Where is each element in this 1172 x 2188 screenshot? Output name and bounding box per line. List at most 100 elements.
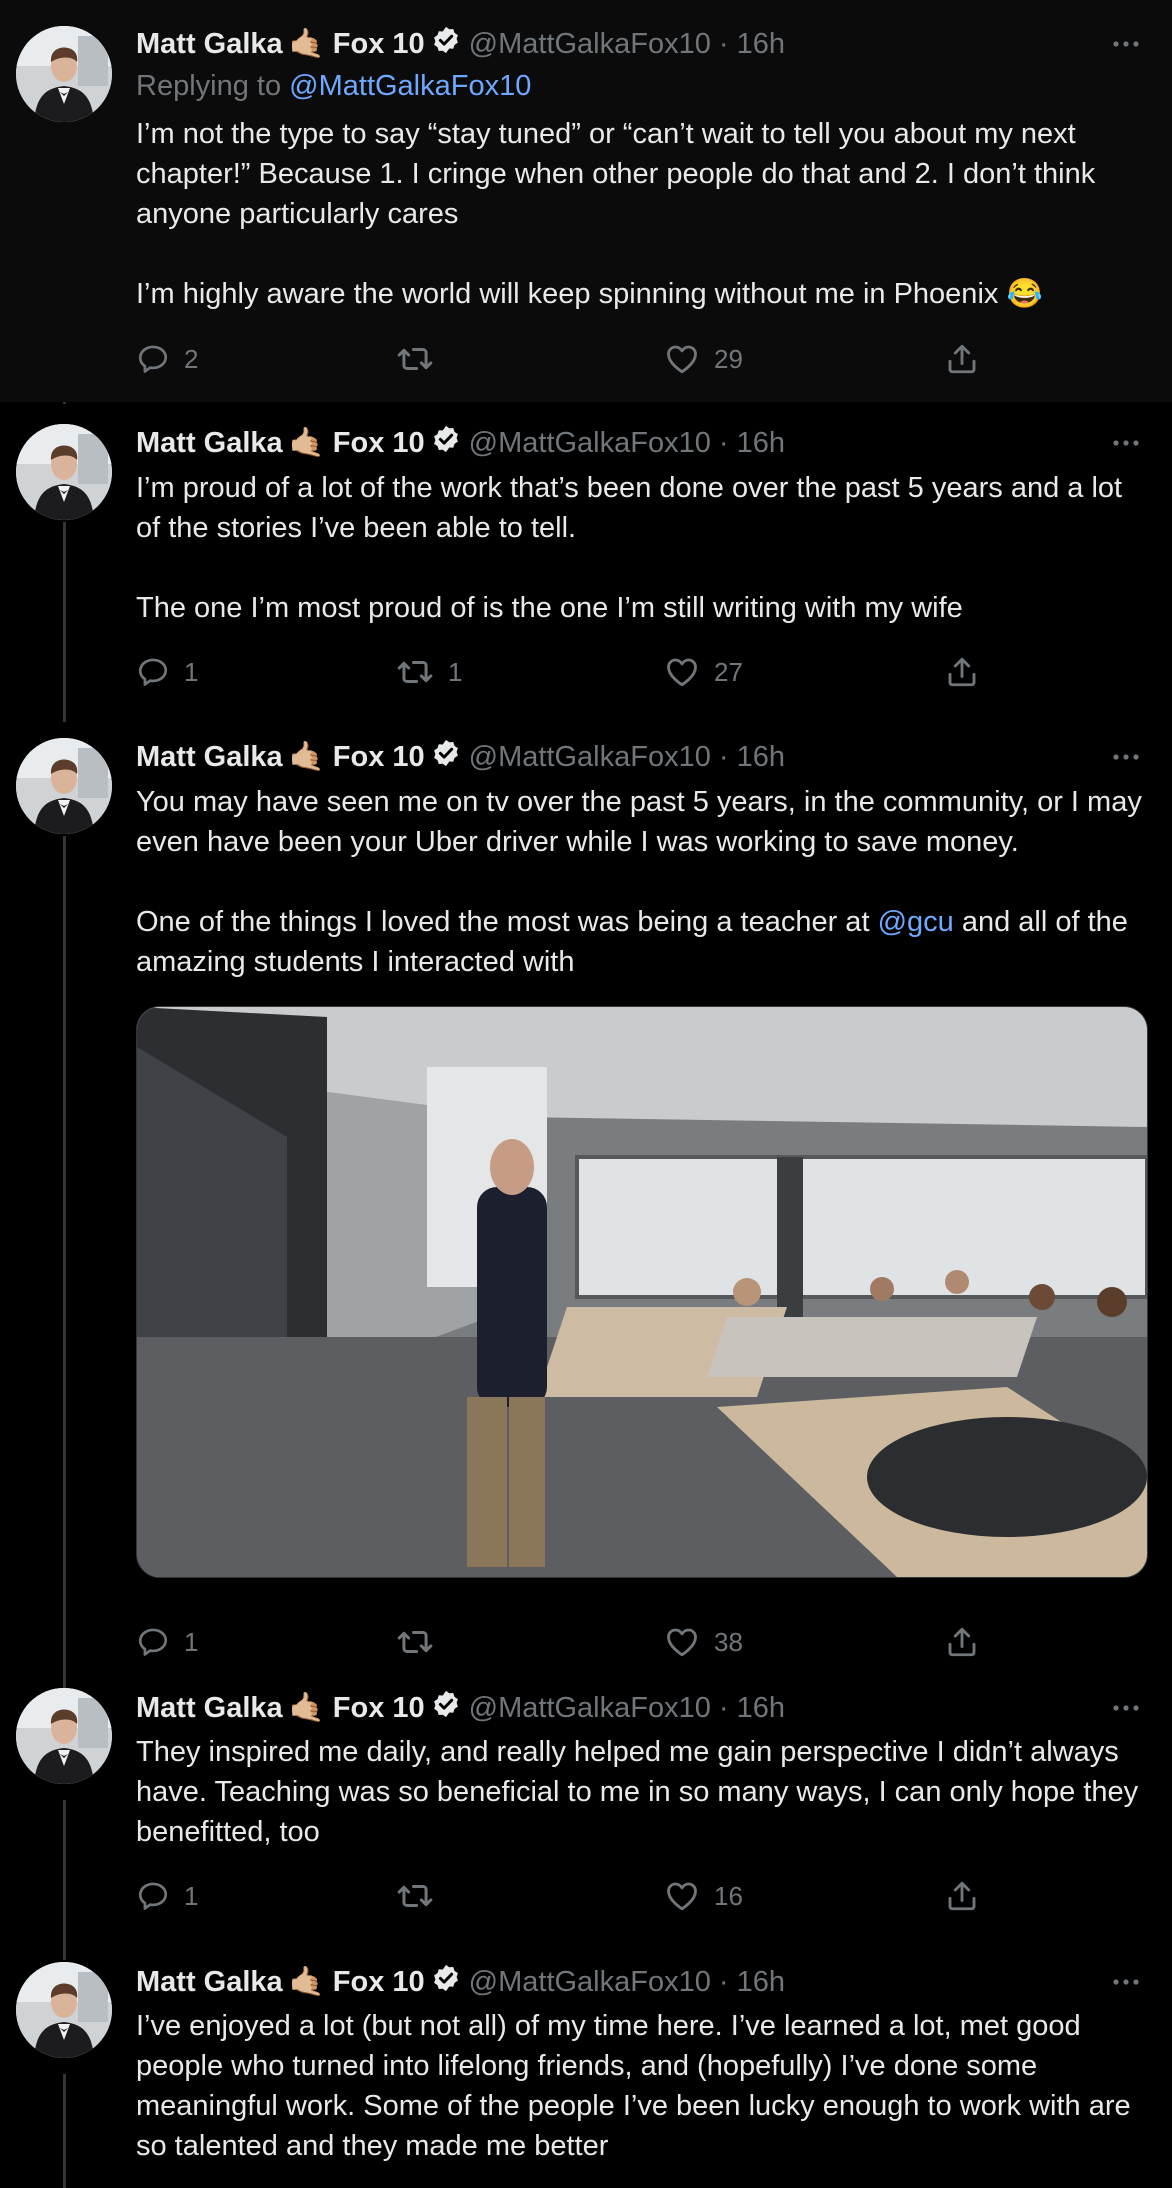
tweet-text: You may have seen me on tv over the past… [136, 782, 1146, 982]
share-icon [944, 341, 980, 377]
timestamp[interactable]: · 16h [719, 1966, 785, 1999]
mention-link[interactable]: @gcu [878, 906, 954, 938]
like-button[interactable]: 16 [664, 1876, 743, 1916]
hand-emoji: 🤙🏼 [288, 427, 325, 459]
retweet-count: 1 [448, 656, 463, 687]
tweet[interactable]: Matt Galka 🤙🏼 Fox 10 @MattGalkaFox10 · 1… [0, 1686, 1172, 1960]
reply-count: 1 [184, 1626, 199, 1657]
tweet-text: I’ve enjoyed a lot (but not all) of my t… [136, 2010, 1131, 2162]
timestamp[interactable]: · 16h [719, 1692, 785, 1725]
author-name-suffix[interactable]: Fox 10 [333, 741, 425, 774]
share-icon [944, 1624, 980, 1660]
verified-icon [431, 738, 461, 776]
tweet[interactable]: Matt Galka 🤙🏼 Fox 10 @MattGalkaFox10 · 1… [0, 402, 1172, 716]
author-handle[interactable]: @MattGalkaFox10 [469, 427, 711, 460]
author-handle[interactable]: @MattGalkaFox10 [469, 1966, 711, 1999]
hand-emoji: 🤙🏼 [288, 28, 325, 60]
share-button[interactable] [944, 1622, 980, 1662]
hand-emoji: 🤙🏼 [288, 741, 325, 773]
author-name-suffix[interactable]: Fox 10 [333, 427, 425, 460]
more-icon[interactable] [1108, 1688, 1144, 1728]
more-icon[interactable] [1108, 1962, 1144, 2002]
reply-icon [136, 1625, 170, 1659]
tweet-header: Matt Galka 🤙🏼 Fox 10 @MattGalkaFox10 · 1… [136, 737, 1144, 777]
retweet-button[interactable] [396, 339, 434, 379]
reply-count: 1 [184, 1880, 199, 1911]
timestamp[interactable]: · 16h [719, 28, 785, 61]
timestamp[interactable]: · 16h [719, 741, 785, 774]
share-button[interactable] [944, 339, 980, 379]
author-name[interactable]: Matt Galka [136, 1692, 283, 1725]
like-icon [664, 1878, 700, 1914]
author-handle[interactable]: @MattGalkaFox10 [469, 741, 711, 774]
like-button[interactable]: 27 [664, 652, 743, 692]
reply-button[interactable]: 1 [136, 1622, 198, 1662]
replying-to: Replying to @MattGalkaFox10 [136, 70, 531, 103]
avatar[interactable] [16, 26, 112, 122]
like-count: 29 [714, 343, 743, 374]
author-name[interactable]: Matt Galka [136, 1966, 283, 1999]
reply-count: 2 [184, 343, 199, 374]
retweet-button[interactable] [396, 1622, 434, 1662]
retweet-icon [396, 340, 434, 378]
replying-to-handle[interactable]: @MattGalkaFox10 [289, 70, 531, 102]
tweet[interactable]: Matt Galka 🤙🏼 Fox 10 @MattGalkaFox10 · 1… [0, 1960, 1172, 2188]
author-handle[interactable]: @MattGalkaFox10 [469, 28, 711, 61]
tweet-text: They inspired me daily, and really helpe… [136, 1736, 1139, 1848]
tweet[interactable]: Matt Galka 🤙🏼 Fox 10 @MattGalkaFox10 · 1… [0, 716, 1172, 1686]
tweet-header: Matt Galka 🤙🏼 Fox 10 @MattGalkaFox10 · 1… [136, 1962, 1144, 2002]
retweet-button[interactable]: 1 [396, 652, 462, 692]
tweet-actions: 1 1 27 [136, 652, 996, 692]
tweet[interactable]: Matt Galka 🤙🏼 Fox 10 @MattGalkaFox10 · 1… [0, 0, 1172, 402]
author-name-suffix[interactable]: Fox 10 [333, 1692, 425, 1725]
reply-button[interactable]: 1 [136, 1876, 198, 1916]
more-icon[interactable] [1108, 423, 1144, 463]
tweet-header: Matt Galka 🤙🏼 Fox 10 @MattGalkaFox10 · 1… [136, 423, 1144, 463]
author-name[interactable]: Matt Galka [136, 741, 283, 774]
author-name[interactable]: Matt Galka [136, 427, 283, 460]
verified-icon [431, 424, 461, 462]
tweet-photo[interactable] [136, 1006, 1148, 1578]
like-icon [664, 1624, 700, 1660]
avatar[interactable] [16, 1688, 112, 1784]
share-button[interactable] [944, 1876, 980, 1916]
tweet-text: I’m not the type to say “stay tuned” or … [136, 118, 1096, 310]
more-icon[interactable] [1108, 737, 1144, 777]
retweet-button[interactable] [396, 1876, 434, 1916]
avatar[interactable] [16, 1962, 112, 2058]
classroom-photo [137, 1007, 1147, 1577]
retweet-icon [396, 1623, 434, 1661]
author-name-suffix[interactable]: Fox 10 [333, 28, 425, 61]
author-handle[interactable]: @MattGalkaFox10 [469, 1692, 711, 1725]
hand-emoji: 🤙🏼 [288, 1692, 325, 1724]
like-button[interactable]: 38 [664, 1622, 743, 1662]
reply-icon [136, 1879, 170, 1913]
verified-icon [431, 1689, 461, 1727]
like-count: 27 [714, 656, 743, 687]
avatar[interactable] [16, 424, 112, 520]
like-button[interactable]: 29 [664, 339, 743, 379]
timestamp[interactable]: · 16h [719, 427, 785, 460]
reply-button[interactable]: 1 [136, 652, 198, 692]
replying-to-label: Replying to [136, 70, 282, 102]
reply-count: 1 [184, 656, 199, 687]
share-icon [944, 654, 980, 690]
retweet-icon [396, 1877, 434, 1915]
author-name-suffix[interactable]: Fox 10 [333, 1966, 425, 1999]
tweet-header: Matt Galka 🤙🏼 Fox 10 @MattGalkaFox10 · 1… [136, 24, 1144, 64]
like-icon [664, 341, 700, 377]
reply-icon [136, 655, 170, 689]
share-button[interactable] [944, 652, 980, 692]
like-count: 38 [714, 1626, 743, 1657]
more-icon[interactable] [1108, 24, 1144, 64]
author-name[interactable]: Matt Galka [136, 28, 283, 61]
tweet-actions: 2 29 [136, 339, 996, 379]
hand-emoji: 🤙🏼 [288, 1966, 325, 1998]
verified-icon [431, 25, 461, 63]
avatar[interactable] [16, 738, 112, 834]
tweet-header: Matt Galka 🤙🏼 Fox 10 @MattGalkaFox10 · 1… [136, 1688, 1144, 1728]
reply-button[interactable]: 2 [136, 339, 198, 379]
verified-icon [431, 1963, 461, 2001]
reply-icon [136, 342, 170, 376]
tweet-text: I’m proud of a lot of the work that’s be… [136, 472, 1123, 624]
